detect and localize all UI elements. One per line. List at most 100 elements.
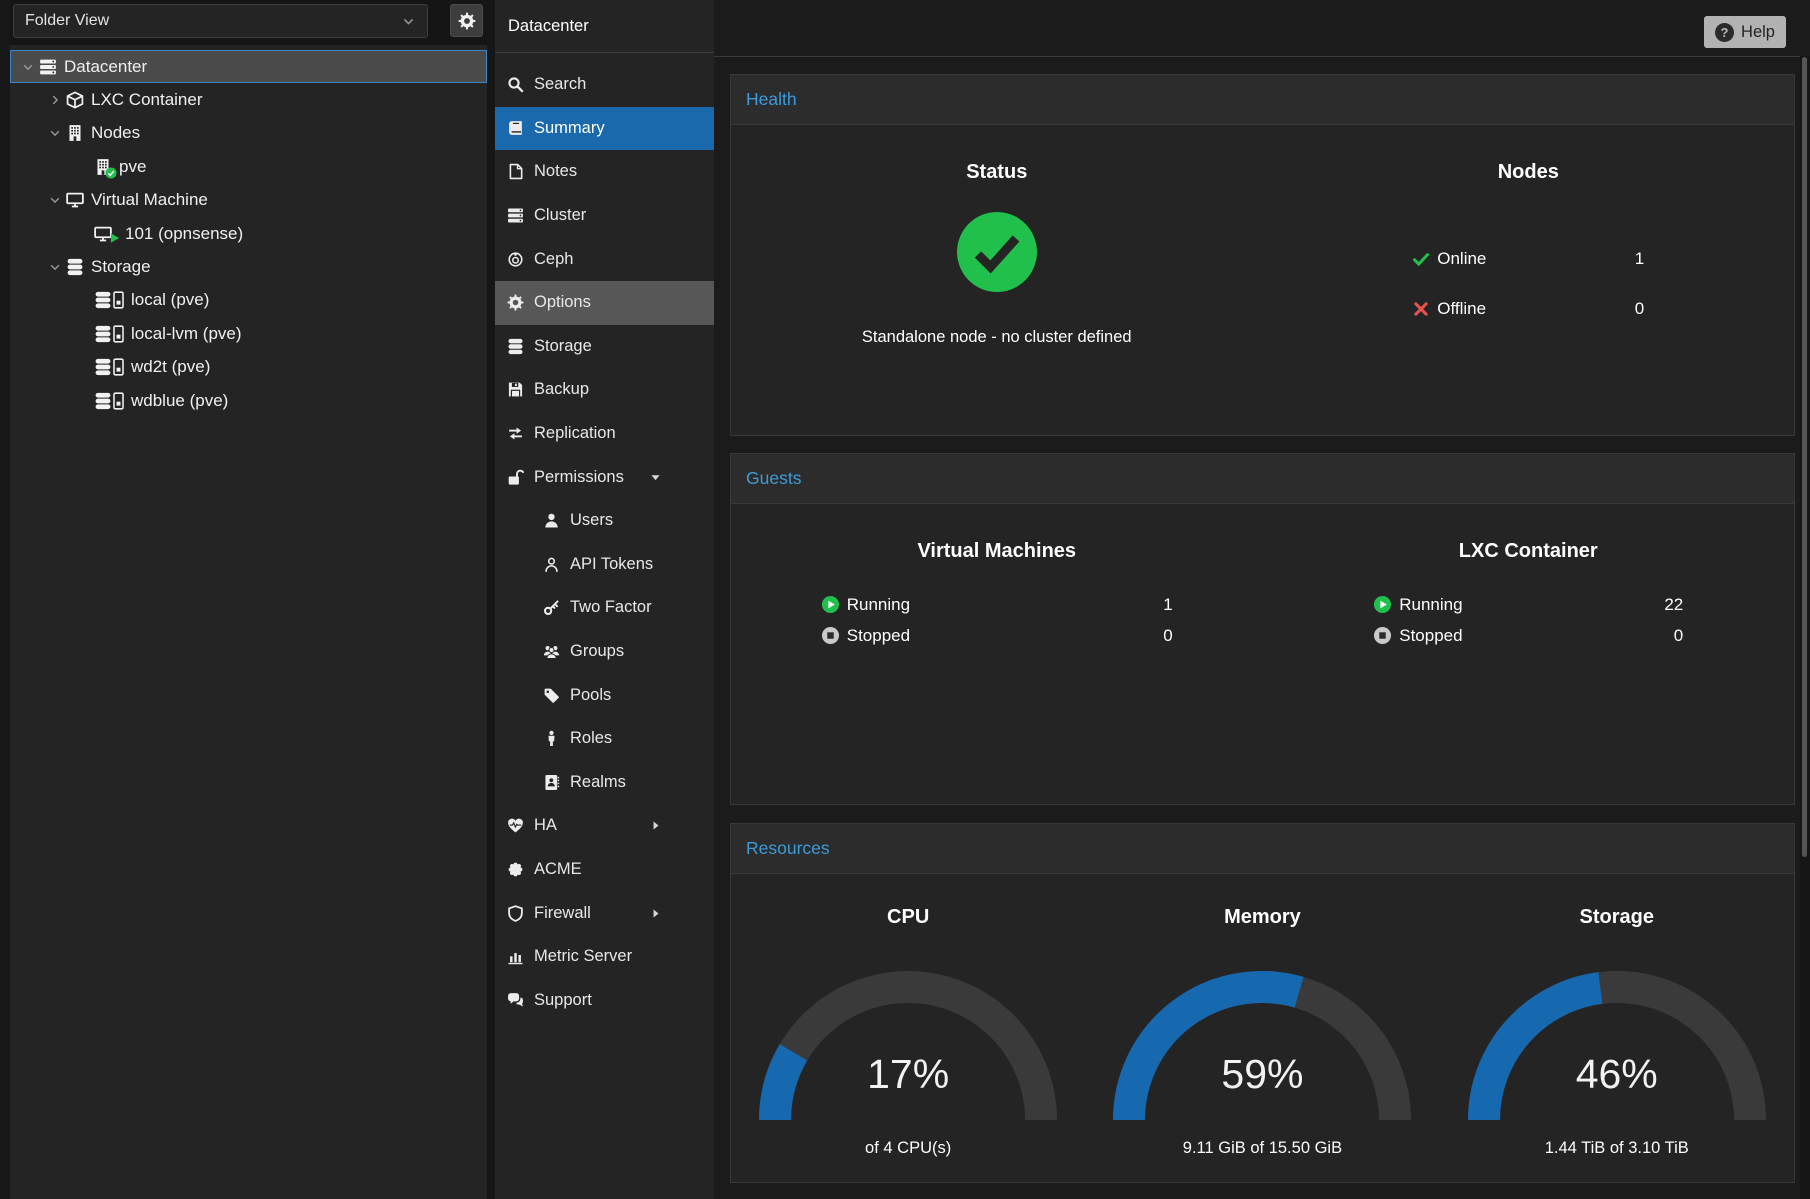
nav-item-replication[interactable]: Replication: [495, 412, 714, 456]
play-circle-icon: [1373, 595, 1392, 614]
nav-item-notes[interactable]: Notes: [495, 150, 714, 194]
vm-stopped-row: Stopped 0: [821, 620, 1173, 651]
status-ok-icon: [955, 210, 1039, 294]
nav-item-acme[interactable]: ACME: [495, 848, 714, 892]
nav-panel-title: Datacenter: [508, 0, 589, 52]
search-icon: [504, 76, 526, 93]
tree-item-storage[interactable]: Storage: [10, 250, 487, 283]
nav-item-summary[interactable]: Summary: [495, 107, 714, 151]
nav-item-ceph[interactable]: Ceph: [495, 237, 714, 281]
nav-item-label: Cluster: [534, 206, 586, 225]
nav-item-realms[interactable]: Realms: [495, 761, 714, 805]
view-mode-select[interactable]: Folder View: [13, 4, 428, 38]
database-icon: [66, 258, 84, 276]
nav-item-backup[interactable]: Backup: [495, 368, 714, 412]
nav-item-label: Users: [570, 511, 613, 530]
shield-icon: [504, 905, 526, 922]
nav-item-ha[interactable]: HA: [495, 804, 714, 848]
comments-icon: [504, 992, 526, 1009]
tree-item-local-lvm-pve[interactable]: local-lvm (pve): [10, 317, 487, 350]
cube-icon: [66, 91, 84, 109]
help-button[interactable]: ? Help: [1704, 16, 1786, 48]
guests-panel-title: Guests: [746, 468, 801, 489]
health-panel-header: Health: [730, 74, 1795, 124]
monitor-icon: [66, 191, 84, 209]
resource-tree-panel: Folder View Datacenter LXC ContainerNodes…: [10, 0, 487, 1199]
online-check-badge-icon: [105, 167, 117, 179]
nav-item-groups[interactable]: Groups: [495, 630, 714, 674]
tag-icon: [540, 687, 562, 704]
node-online-icon: [94, 158, 112, 176]
gauge-heading: Storage: [1440, 906, 1794, 929]
nav-item-label: Options: [534, 293, 591, 312]
nav-item-label: Firewall: [534, 904, 591, 923]
chevron-expanded-icon[interactable]: [46, 126, 64, 140]
nav-item-permissions[interactable]: Permissions: [495, 455, 714, 499]
lxc-stopped-row: Stopped 0: [1373, 620, 1683, 651]
nav-item-metric-server[interactable]: Metric Server: [495, 935, 714, 979]
stop-circle-icon: [1373, 626, 1392, 645]
chevron-expanded-icon[interactable]: [46, 193, 64, 207]
tree-settings-button[interactable]: [450, 4, 483, 37]
nodes-online-row: Online 1: [1412, 234, 1644, 284]
chevron-collapsed-icon[interactable]: [46, 93, 64, 107]
lxc-rows: Running 22 Stopped 0: [1373, 589, 1683, 651]
tree-item-datacenter[interactable]: Datacenter: [10, 50, 487, 83]
guests-panel: Guests Virtual Machines Running 1: [730, 453, 1795, 805]
chevron-expanded-icon[interactable]: [19, 60, 37, 74]
nav-item-two-factor[interactable]: Two Factor: [495, 586, 714, 630]
tree-item-local-pve[interactable]: local (pve): [10, 284, 487, 317]
tree-item-pve[interactable]: pve: [10, 150, 487, 183]
tree-item-virtual-machine[interactable]: Virtual Machine: [10, 184, 487, 217]
server-icon: [504, 207, 526, 224]
tree-item-label: local-lvm (pve): [131, 324, 242, 344]
nav-item-label: Storage: [534, 337, 592, 356]
gauge-memory: Memory59%9.11 GiB of 15.50 GiB: [1085, 874, 1439, 1182]
tree-item-wdblue-pve[interactable]: wdblue (pve): [10, 384, 487, 417]
proxmox-screen: Folder View DatacenterLXC ContainerNodes…: [0, 0, 1810, 1199]
heartbeat-icon: [504, 817, 526, 834]
tree-item-label: Storage: [91, 257, 151, 277]
tree-item-label: Datacenter: [64, 57, 147, 77]
gauge-heading: Memory: [1085, 906, 1439, 929]
tree-item-label: wdblue (pve): [131, 391, 228, 411]
nav-item-users[interactable]: Users: [495, 499, 714, 543]
lxc-container-column: LXC Container Running 22 Stopped: [1263, 504, 1795, 804]
vm-running-row: Running 1: [821, 589, 1173, 620]
cluster-status-column: Status Standalone node - no cluster defi…: [731, 125, 1263, 435]
storage-drive-icon: [94, 392, 124, 410]
nav-item-label: Replication: [534, 424, 616, 443]
lxc-container-heading: LXC Container: [1263, 540, 1795, 563]
nav-item-pools[interactable]: Pools: [495, 673, 714, 717]
nav-item-cluster[interactable]: Cluster: [495, 194, 714, 238]
tree-toolbar: Folder View: [10, 0, 487, 45]
drive-icon: [113, 325, 124, 343]
gauge-percent-value: 17%: [758, 1054, 1058, 1095]
chevron-expanded-icon[interactable]: [46, 260, 64, 274]
drive-icon: [113, 358, 124, 376]
nav-item-search[interactable]: Search: [495, 63, 714, 107]
nav-item-firewall[interactable]: Firewall: [495, 891, 714, 935]
scrollbar-thumb[interactable]: [1802, 57, 1807, 857]
nodes-status-column: Nodes Online 1 Offline 0: [1263, 125, 1795, 435]
user-icon: [540, 512, 562, 529]
tree-item-lxc-container[interactable]: LXC Container: [10, 83, 487, 116]
gauge-caption: of 4 CPU(s): [731, 1139, 1085, 1158]
caret-down-icon: [649, 455, 662, 499]
tree-item-nodes[interactable]: Nodes: [10, 117, 487, 150]
note-icon: [504, 163, 526, 180]
nav-item-api-tokens[interactable]: API Tokens: [495, 543, 714, 587]
nav-title-separator: [495, 52, 714, 53]
tree-item-wd2t-pve[interactable]: wd2t (pve): [10, 351, 487, 384]
main-content: ? Help Health Status Standalone n: [714, 0, 1810, 1199]
lxc-stopped-value: 0: [1674, 626, 1683, 646]
nav-item-roles[interactable]: Roles: [495, 717, 714, 761]
gauge-storage: Storage46%1.44 TiB of 3.10 TiB: [1440, 874, 1794, 1182]
vm-running-icon: [94, 225, 112, 243]
nav-item-support[interactable]: Support: [495, 978, 714, 1022]
tree-item-101-opnsense[interactable]: 101 (opnsense): [10, 217, 487, 250]
nav-item-storage[interactable]: Storage: [495, 325, 714, 369]
panel-splitter[interactable]: [487, 0, 495, 1199]
nav-item-options[interactable]: Options: [495, 281, 714, 325]
nav-item-label: Search: [534, 75, 586, 94]
